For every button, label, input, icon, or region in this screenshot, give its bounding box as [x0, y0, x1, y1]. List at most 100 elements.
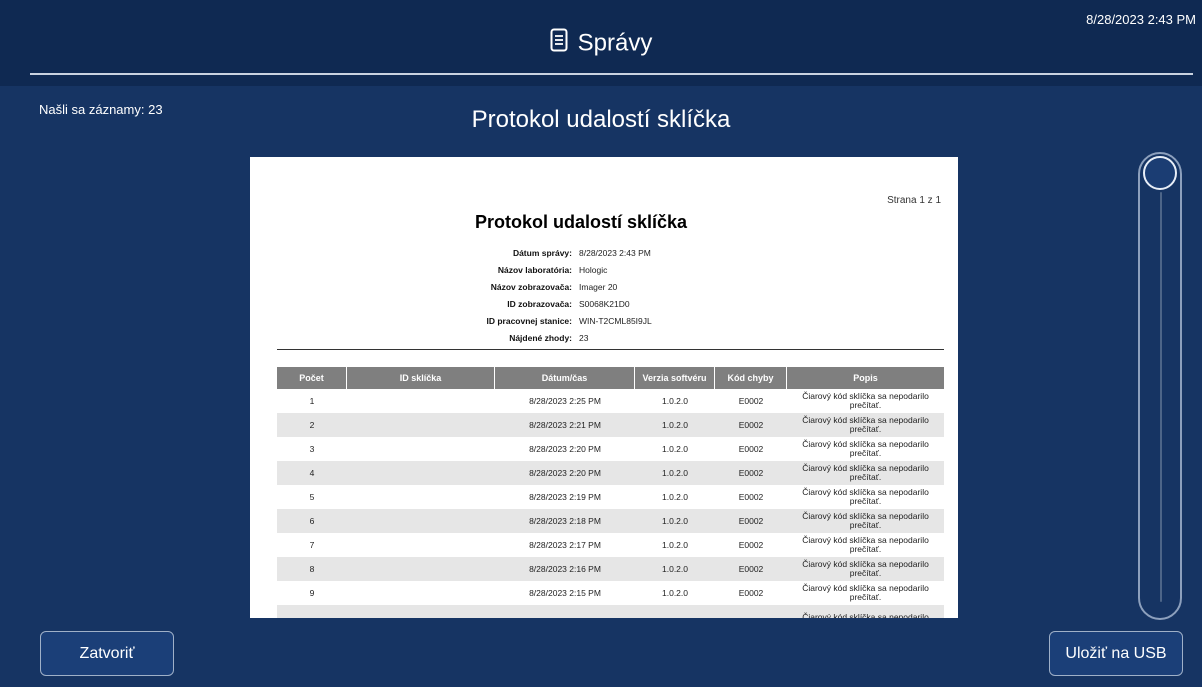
meta-row: Názov zobrazovača: Imager 20: [250, 279, 958, 296]
header-title-text: Správy: [577, 29, 653, 57]
datetime-cell: [495, 605, 635, 618]
description-line: prečítať.: [849, 424, 882, 434]
datetime-cell: 8/28/2023 2:16 PM: [529, 564, 601, 574]
version-cell: 1.0.2.0: [662, 564, 688, 574]
column-header: ID sklíčka: [347, 367, 495, 389]
table-row: 6 8/28/2023 2:18 PM 1.0.2.0 E0002 Čiarový kó…: [277, 509, 944, 533]
slide-id-cell: [347, 413, 495, 437]
meta-value: 8/28/2023 2:43 PM: [579, 248, 651, 258]
meta-row: Nájdené zhody: 23: [250, 330, 958, 347]
version-cell: 1.0.2.0: [662, 468, 688, 478]
slide-id-cell: [347, 437, 495, 461]
column-header: Počet: [277, 367, 347, 389]
datetime-cell: 8/28/2023 2:25 PM: [529, 396, 601, 406]
description-cell: Čiarový kód sklíčka sa nepodarilo prečíta…: [787, 581, 944, 605]
datetime-cell: 8/28/2023 2:18 PM: [529, 516, 601, 526]
meta-label: Nájdené zhody:: [509, 333, 572, 343]
description-line: prečítať.: [849, 544, 882, 554]
description-cell: Čiarový kód sklíčka sa nepodarilo prečíta…: [787, 557, 944, 581]
slide-id-cell: [347, 533, 495, 557]
table-row: 5 8/28/2023 2:19 PM 1.0.2.0 E0002 Čiarový kó…: [277, 485, 944, 509]
close-button[interactable]: Zatvoriť: [40, 631, 174, 676]
save-to-usb-button[interactable]: Uložiť na USB: [1049, 631, 1183, 676]
description-line: Čiarový kód sklíčka sa nepodarilo: [802, 611, 929, 618]
meta-row: ID zobrazovača: S0068K21D0: [250, 296, 958, 313]
meta-label: Dátum správy:: [512, 248, 572, 258]
error-code-cell: E0002: [738, 588, 764, 598]
error-code-cell: E0002: [738, 492, 764, 502]
slide-id-cell: [347, 581, 495, 605]
page-title: Protokol udalostí sklíčka: [471, 106, 731, 133]
error-code-cell: E0002: [738, 516, 764, 526]
datetime-cell: 8/28/2023 2:17 PM: [529, 540, 601, 550]
vertical-scrollbar[interactable]: [1138, 152, 1182, 620]
slide-id-cell: [347, 389, 495, 413]
datetime-cell: 8/28/2023 2:15 PM: [529, 588, 601, 598]
meta-label: ID zobrazovača:: [507, 299, 572, 309]
slide-id-cell: [347, 461, 495, 485]
description-cell: Čiarový kód sklíčka sa nepodarilo prečíta…: [787, 533, 944, 557]
slide-id-cell: [347, 557, 495, 581]
meta-value: Hologic: [579, 265, 608, 275]
error-code-cell: E0002: [738, 420, 764, 430]
report-separator: [277, 349, 944, 350]
table-row: 3 8/28/2023 2:20 PM 1.0.2.0 E0002 Čiarový kó…: [277, 437, 944, 461]
count-cell: 1: [309, 396, 315, 406]
document-list-icon: [550, 28, 568, 59]
report-preview[interactable]: Strana 1 z 1 Protokol udalostí sklíčka D…: [250, 157, 958, 618]
description-line: prečítať.: [849, 448, 882, 458]
meta-value: S0068K21D0: [579, 299, 630, 309]
datetime-cell: 8/28/2023 2:21 PM: [529, 420, 601, 430]
description-line: prečítať.: [849, 520, 882, 530]
version-cell: 1.0.2.0: [662, 588, 688, 598]
meta-row: Dátum správy: 8/28/2023 2:43 PM: [250, 245, 958, 262]
header-bar: Správy 8/28/2023 2:43 PM: [0, 0, 1202, 86]
table-row: 8 8/28/2023 2:16 PM 1.0.2.0 E0002 Čiarový kó…: [277, 557, 944, 581]
meta-value: Imager 20: [579, 282, 618, 292]
error-code-cell: E0002: [738, 564, 764, 574]
description-line: prečítať.: [849, 592, 882, 602]
report-title: Protokol udalostí sklíčka: [474, 212, 688, 232]
column-header: Popis: [853, 373, 878, 383]
scrollbar-thumb[interactable]: [1143, 156, 1177, 190]
meta-value: WIN-T2CML85I9JL: [579, 316, 652, 326]
report-page-number: Strana 1 z 1: [887, 195, 941, 206]
count-cell: 3: [309, 444, 315, 454]
clock-datetime: 8/28/2023 2:43 PM: [1086, 12, 1196, 27]
table-row: 2 8/28/2023 2:21 PM 1.0.2.0 E0002 Čiarový kó…: [277, 413, 944, 437]
error-code-cell: [715, 605, 787, 618]
meta-label: Názov laboratória:: [497, 265, 572, 275]
count-cell: 8: [309, 564, 315, 574]
report-meta: Dátum správy: 8/28/2023 2:43 PM Názov labo…: [250, 245, 958, 347]
count-cell: 9: [309, 588, 315, 598]
table-row: Čiarový kód sklíčka sa nepodarilo: [277, 605, 944, 618]
error-code-cell: E0002: [738, 444, 764, 454]
error-code-cell: E0002: [738, 468, 764, 478]
count-cell: 6: [309, 516, 315, 526]
count-cell: 5: [309, 492, 315, 502]
report-table: Počet ID sklíčka Dátum/čas Verzia softvé…: [277, 367, 944, 618]
version-cell: [635, 605, 715, 618]
table-row: 9 8/28/2023 2:15 PM 1.0.2.0 E0002 Čiarový kó…: [277, 581, 944, 605]
description-line: prečítať.: [849, 568, 882, 578]
meta-label: ID pracovnej stanice:: [486, 316, 572, 326]
version-cell: 1.0.2.0: [662, 516, 688, 526]
table-row: 7 8/28/2023 2:17 PM 1.0.2.0 E0002 Čiarový kó…: [277, 533, 944, 557]
error-code-cell: E0002: [738, 396, 764, 406]
table-body: 1 8/28/2023 2:25 PM 1.0.2.0 E0002 Čiarový kó…: [277, 389, 944, 618]
description-cell: Čiarový kód sklíčka sa nepodarilo prečíta…: [787, 461, 944, 485]
version-cell: 1.0.2.0: [662, 396, 688, 406]
table-header-row: Počet ID sklíčka Dátum/čas Verzia softvé…: [277, 367, 944, 389]
version-cell: 1.0.2.0: [662, 420, 688, 430]
meta-value: 23: [579, 333, 589, 343]
column-header: Kód chyby: [715, 367, 787, 389]
meta-row: ID pracovnej stanice: WIN-T2CML85I9JL: [250, 313, 958, 330]
description-line: prečítať.: [849, 472, 882, 482]
column-header: Verzia softvéru: [635, 367, 715, 389]
datetime-cell: 8/28/2023 2:20 PM: [529, 468, 601, 478]
description-cell: Čiarový kód sklíčka sa nepodarilo prečíta…: [787, 485, 944, 509]
datetime-cell: 8/28/2023 2:20 PM: [529, 444, 601, 454]
count-cell: 2: [309, 420, 315, 430]
description-cell: Čiarový kód sklíčka sa nepodarilo prečíta…: [787, 509, 944, 533]
header-title: Správy: [0, 28, 1202, 59]
